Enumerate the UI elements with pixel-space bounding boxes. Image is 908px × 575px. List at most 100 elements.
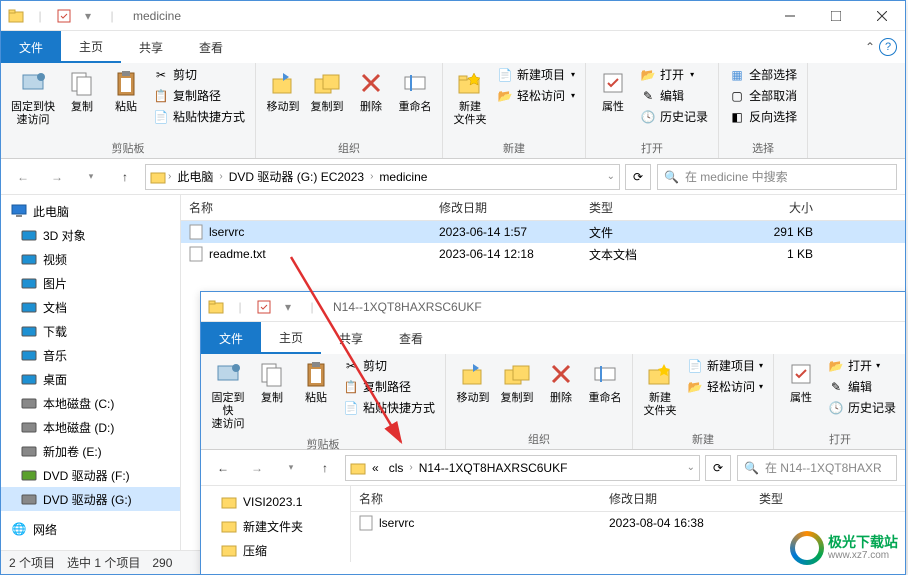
new-folder-button[interactable]: 新建 文件夹 — [449, 65, 491, 129]
breadcrumb-dropdown-icon[interactable]: ⌄ — [687, 462, 695, 473]
col-size[interactable]: 大小 — [721, 199, 821, 216]
minimize-button[interactable] — [767, 1, 813, 31]
new-item-button[interactable]: 📄新建项目▾ — [493, 65, 579, 84]
folder-icon[interactable] — [205, 296, 227, 318]
breadcrumb[interactable]: « cls › N14--1XQT8HAXRSC6UKF ⌄ — [345, 455, 700, 481]
copy-to-button[interactable]: 复制到 — [496, 356, 538, 407]
folder-icon[interactable] — [5, 5, 27, 27]
chevron-icon[interactable]: › — [370, 171, 373, 182]
tree-item[interactable]: 下载 — [1, 319, 180, 343]
tab-view[interactable]: 查看 — [381, 322, 441, 354]
search-input[interactable]: 🔍 在 N14--1XQT8HAXR — [737, 455, 897, 481]
tree-item[interactable]: DVD 驱动器 (G:) — [1, 487, 180, 511]
rename-button[interactable]: 重命名 — [584, 356, 626, 407]
tab-file[interactable]: 文件 — [1, 31, 61, 63]
edit-button[interactable]: ✎编辑 — [636, 86, 712, 105]
chevron-icon[interactable]: › — [219, 171, 222, 182]
file-row[interactable]: readme.txt2023-06-14 12:18文本文档1 KB — [181, 243, 905, 265]
close-button[interactable] — [859, 1, 905, 31]
up-button[interactable]: ↑ — [111, 163, 139, 191]
properties-button[interactable]: 属性 — [592, 65, 634, 116]
tree-item[interactable]: 本地磁盘 (D:) — [1, 415, 180, 439]
tree-item[interactable]: 音乐 — [1, 343, 180, 367]
tree-item[interactable]: 3D 对象 — [1, 223, 180, 247]
history-button[interactable]: 🕓历史记录 — [636, 107, 712, 126]
paste-button[interactable]: 粘贴 — [295, 356, 337, 407]
tab-home[interactable]: 主页 — [61, 31, 121, 63]
help-icon[interactable]: ? — [879, 38, 897, 56]
paste-button[interactable]: 粘贴 — [105, 65, 147, 116]
recent-dropdown[interactable]: ▾ — [277, 454, 305, 482]
tab-share[interactable]: 共享 — [121, 31, 181, 63]
rename-button[interactable]: 重命名 — [394, 65, 436, 116]
copy-to-button[interactable]: 复制到 — [306, 65, 348, 116]
tree-item[interactable]: 桌面 — [1, 367, 180, 391]
tree-item[interactable]: 压缩 — [201, 538, 350, 562]
col-date[interactable]: 修改日期 — [431, 199, 581, 216]
qat-properties-icon[interactable] — [53, 5, 75, 27]
delete-button[interactable]: 删除 — [350, 65, 392, 116]
refresh-button[interactable]: ⟳ — [625, 164, 651, 190]
new-item-button[interactable]: 📄新建项目▾ — [683, 356, 767, 375]
copy-button[interactable]: 复制 — [61, 65, 103, 116]
tree-item[interactable]: 新加卷 (E:) — [1, 439, 180, 463]
pin-to-quick-access-button[interactable]: 固定到快 速访问 — [207, 356, 249, 434]
breadcrumb-item[interactable]: N14--1XQT8HAXRSC6UKF — [415, 461, 572, 475]
tab-view[interactable]: 查看 — [181, 31, 241, 63]
breadcrumb-item[interactable]: DVD 驱动器 (G:) EC2023 — [225, 168, 368, 185]
paste-shortcut-button[interactable]: 📄粘贴快捷方式 — [339, 398, 439, 417]
up-button[interactable]: ↑ — [311, 454, 339, 482]
pin-to-quick-access-button[interactable]: 固定到快 速访问 — [7, 65, 59, 129]
invert-selection-button[interactable]: ◧反向选择 — [725, 107, 801, 126]
open-button[interactable]: 📂打开▾ — [824, 356, 900, 375]
tab-file[interactable]: 文件 — [201, 322, 261, 354]
forward-button[interactable]: → — [243, 454, 271, 482]
move-to-button[interactable]: 移动到 — [452, 356, 494, 407]
search-input[interactable]: 🔍 在 medicine 中搜索 — [657, 164, 897, 190]
maximize-button[interactable] — [813, 1, 859, 31]
breadcrumb-item[interactable]: medicine — [375, 170, 431, 184]
easy-access-button[interactable]: 📂轻松访问▾ — [493, 86, 579, 105]
cut-button[interactable]: ✂剪切 — [149, 65, 249, 84]
ribbon-collapse-icon[interactable]: ⌃ — [865, 40, 875, 54]
back-button[interactable]: ← — [209, 454, 237, 482]
chevron-icon[interactable]: › — [409, 462, 412, 473]
breadcrumb-item[interactable]: 此电脑 — [173, 168, 217, 185]
easy-access-button[interactable]: 📂轻松访问▾ — [683, 377, 767, 396]
col-type[interactable]: 类型 — [581, 199, 721, 216]
refresh-button[interactable]: ⟳ — [705, 455, 731, 481]
tree-item[interactable]: 视频 — [1, 247, 180, 271]
tree-root-pc[interactable]: 此电脑 — [1, 199, 180, 223]
tree-item[interactable]: 文档 — [1, 295, 180, 319]
tree-item[interactable]: VISI2023.1 — [201, 490, 350, 514]
tree-item[interactable]: 新建文件夹 — [201, 514, 350, 538]
chevron-icon[interactable]: › — [168, 171, 171, 182]
properties-button[interactable]: 属性 — [780, 356, 822, 407]
cut-button[interactable]: ✂剪切 — [339, 356, 439, 375]
copy-button[interactable]: 复制 — [251, 356, 293, 407]
breadcrumb-dropdown-icon[interactable]: ⌄ — [607, 171, 615, 182]
tree-network[interactable]: 🌐 网络 — [1, 517, 180, 541]
back-button[interactable]: ← — [9, 163, 37, 191]
col-name[interactable]: 名称 — [351, 490, 601, 507]
new-folder-button[interactable]: 新建 文件夹 — [639, 356, 681, 420]
tab-home[interactable]: 主页 — [261, 322, 321, 354]
tree-item[interactable]: 本地磁盘 (C:) — [1, 391, 180, 415]
tree-item[interactable]: DVD 驱动器 (F:) — [1, 463, 180, 487]
move-to-button[interactable]: 移动到 — [262, 65, 304, 116]
paste-shortcut-button[interactable]: 📄粘贴快捷方式 — [149, 107, 249, 126]
delete-button[interactable]: 删除 — [540, 356, 582, 407]
qat-dropdown-icon[interactable]: ▾ — [277, 296, 299, 318]
forward-button[interactable]: → — [43, 163, 71, 191]
breadcrumb-item[interactable]: « — [368, 461, 383, 475]
tab-share[interactable]: 共享 — [321, 322, 381, 354]
col-date[interactable]: 修改日期 — [601, 490, 751, 507]
select-all-button[interactable]: ▦全部选择 — [725, 65, 801, 84]
open-button[interactable]: 📂打开▾ — [636, 65, 712, 84]
history-button[interactable]: 🕓历史记录 — [824, 398, 900, 417]
breadcrumb[interactable]: › 此电脑 › DVD 驱动器 (G:) EC2023 › medicine ⌄ — [145, 164, 620, 190]
col-name[interactable]: 名称 — [181, 199, 431, 216]
qat-dropdown-icon[interactable]: ▾ — [77, 5, 99, 27]
select-none-button[interactable]: ▢全部取消 — [725, 86, 801, 105]
breadcrumb-item[interactable]: cls — [385, 461, 408, 475]
